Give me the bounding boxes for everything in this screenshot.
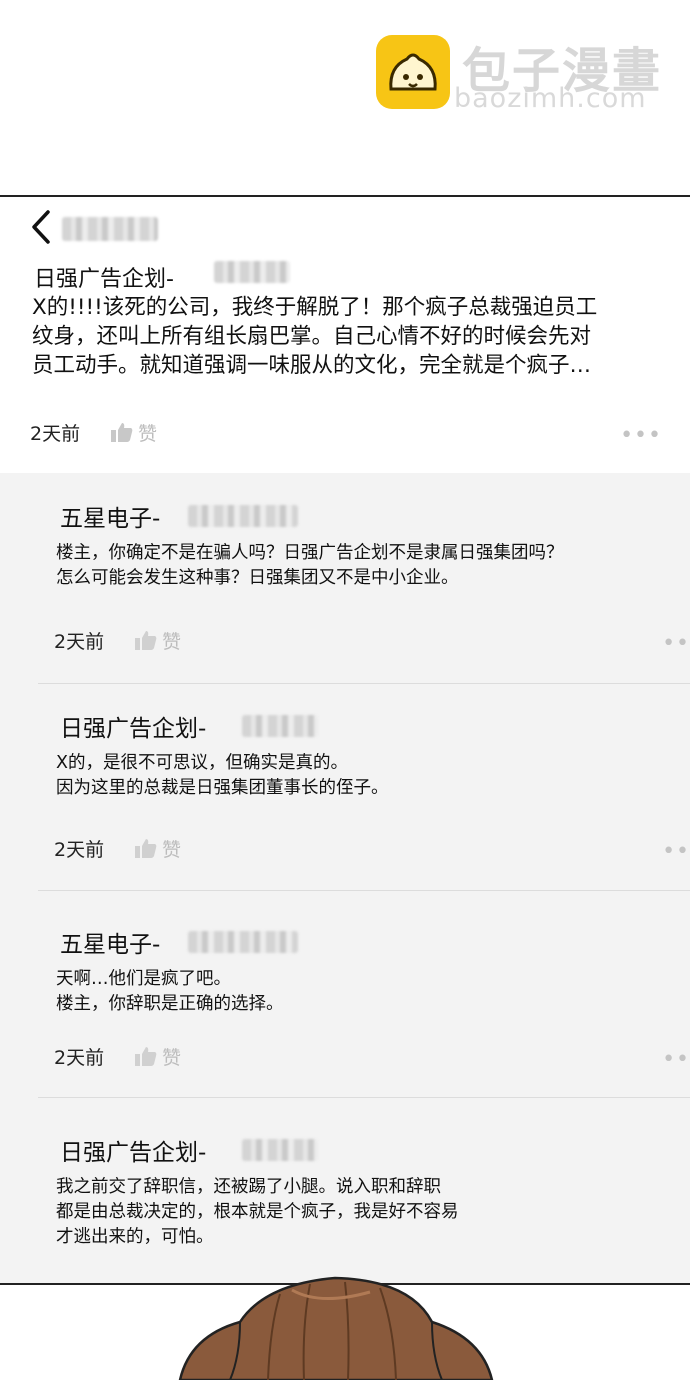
like-label[interactable]: 赞	[162, 1043, 181, 1070]
thumbs-up-icon[interactable]	[110, 421, 134, 443]
reply-body: 楼主，你确定不是在骗人吗？日强广告企划不是隶属日强集团吗？ 怎么可能会发生这种事…	[56, 543, 564, 588]
back-chevron-icon[interactable]	[28, 209, 56, 245]
post-time: 2天前	[30, 423, 81, 445]
blurred-author-id	[188, 931, 298, 953]
reply-item: 五星电子- 楼主，你确定不是在骗人吗？日强广告企划不是隶属日强集团吗？ 怎么可能…	[38, 499, 690, 656]
post-author: 日强广告企划-	[34, 267, 174, 292]
original-post: 日强广告企划- X的!!!!该死的公司，我终于解脱了！那个疯子总裁强迫员工纹身，…	[0, 197, 690, 473]
divider	[38, 1097, 690, 1098]
more-dots-icon[interactable]: •••	[662, 1047, 690, 1072]
character-hair-illustration	[178, 1276, 494, 1380]
thumbs-up-icon[interactable]	[134, 629, 158, 651]
reply-meta: 2天前 赞 •••	[54, 835, 690, 864]
blurred-author-id	[242, 1139, 318, 1161]
blurred-author-id	[242, 715, 318, 737]
reply-author: 五星电子-	[60, 932, 161, 958]
thumbs-up-icon[interactable]	[134, 837, 158, 859]
thumbs-up-icon[interactable]	[134, 1045, 158, 1067]
watermark-url: baozimh.com	[454, 83, 647, 114]
watermark: 包子漫畫 baozimh.com	[376, 33, 666, 114]
reply-time: 2天前	[54, 1047, 105, 1069]
like-label[interactable]: 赞	[162, 627, 181, 654]
blurred-author-id	[188, 505, 298, 527]
divider	[38, 683, 690, 684]
reply-time: 2天前	[54, 631, 105, 653]
reply-body: 天啊…他们是疯了吧。 楼主，你辞职是正确的选择。	[56, 969, 284, 1014]
post-body: X的!!!!该死的公司，我终于解脱了！那个疯子总裁强迫员工纹身，还叫上所有组长扇…	[32, 295, 598, 378]
reply-author: 五星电子-	[60, 506, 161, 532]
reply-item: 日强广告企划- X的，是很不可思议，但确实是真的。 因为这里的总裁是日强集团董事…	[38, 709, 690, 864]
reply-meta: 2天前 赞 •••	[54, 1043, 690, 1072]
reply-meta: 2天前 赞 •••	[54, 627, 690, 656]
blurred-username	[62, 217, 158, 241]
divider	[38, 890, 690, 891]
reply-item: 五星电子- 天啊…他们是疯了吧。 楼主，你辞职是正确的选择。 2天前 赞 •••	[38, 925, 690, 1075]
post-meta: 2天前 赞 •••	[30, 419, 661, 448]
reply-item: 日强广告企划- 我之前交了辞职信，还被踢了小腿。说入职和辞职 都是由总裁决定的，…	[38, 1133, 690, 1283]
forum-thread-panel: 日强广告企划- X的!!!!该死的公司，我终于解脱了！那个疯子总裁强迫员工纹身，…	[0, 195, 690, 1285]
more-dots-icon[interactable]: •••	[662, 631, 690, 656]
more-dots-icon[interactable]: •••	[662, 839, 690, 864]
reply-body: 我之前交了辞职信，还被踢了小腿。说入职和辞职 都是由总裁决定的，根本就是个疯子，…	[56, 1177, 459, 1247]
like-label[interactable]: 赞	[138, 419, 157, 446]
reply-time: 2天前	[54, 839, 105, 861]
more-dots-icon[interactable]: •••	[620, 423, 662, 448]
bun-logo-icon	[376, 35, 450, 109]
blurred-author-id	[214, 261, 290, 283]
reply-author: 日强广告企划-	[60, 1140, 207, 1166]
reply-body: X的，是很不可思议，但确实是真的。 因为这里的总裁是日强集团董事长的侄子。	[56, 753, 389, 798]
reply-author: 日强广告企划-	[60, 716, 207, 742]
like-label[interactable]: 赞	[162, 835, 181, 862]
